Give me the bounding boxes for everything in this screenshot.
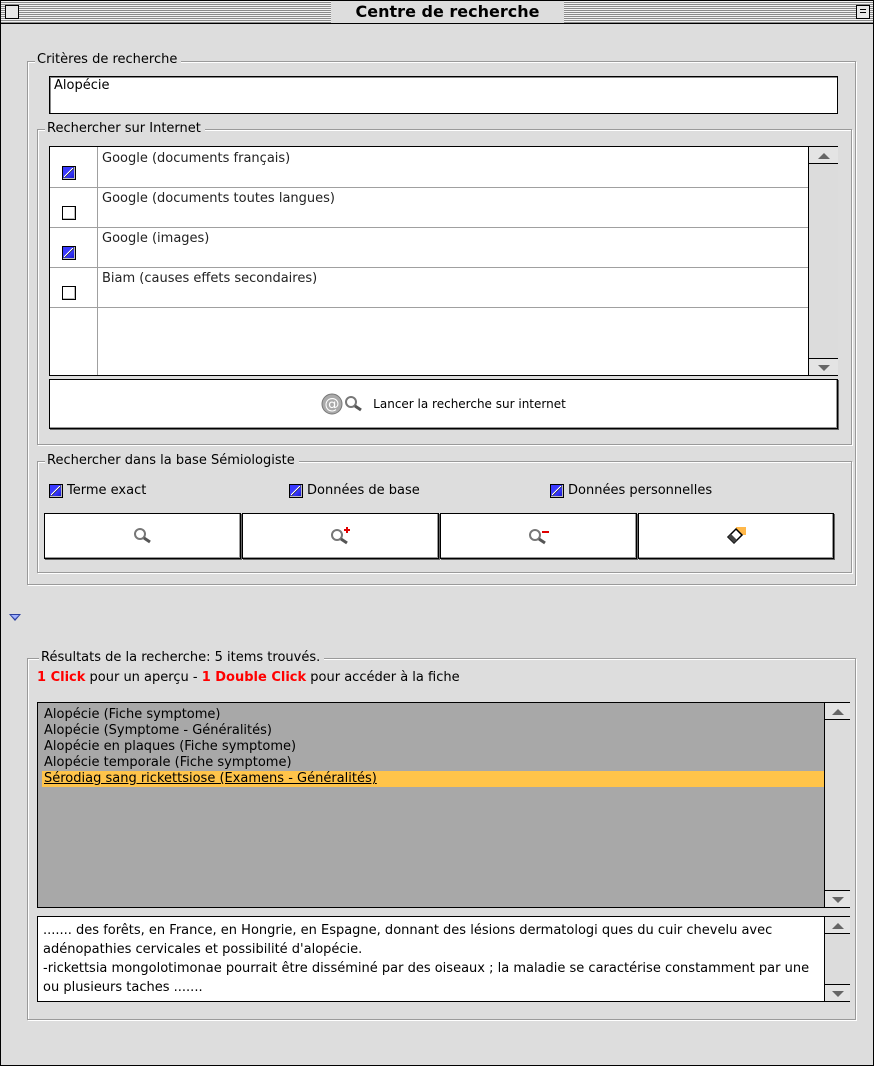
search-add-button[interactable] [242,513,439,559]
result-list-item[interactable]: Alopécie temporale (Fiche symptome) [42,755,825,771]
internet-source-row[interactable]: Google (documents français) [50,147,808,188]
scroll-down-arrow[interactable] [825,984,850,1001]
scroll-down-arrow[interactable] [809,358,838,375]
results-group-label: Résultats de la recherche: 5 items trouv… [39,650,325,666]
preview-text: ....... des forêts, en France, en Hongri… [43,923,810,995]
internet-source-label: Google (images) [102,231,210,246]
at-sign-icon: @ [321,393,343,415]
results-list[interactable]: Alopécie (Fiche symptome) Alopécie (Sympt… [37,702,850,908]
disclosure-triangle-icon[interactable] [9,614,21,621]
search-remove-button[interactable] [440,513,637,559]
results-list-scrollbar[interactable] [824,703,850,907]
launch-internet-search-button[interactable]: @ Lancer la recherche sur internet [49,379,838,429]
search-icon [133,528,151,544]
search-center-window: Centre de recherche Critères de recherch… [0,0,874,1066]
search-add-icon [330,527,350,545]
close-box[interactable] [5,5,19,19]
eraser-icon [726,527,746,545]
internet-list-scrollbar[interactable] [808,147,838,375]
internet-source-checkbox[interactable] [62,206,76,220]
semiologiste-group-label: Rechercher dans la base Sémiologiste [45,453,299,469]
exact-term-label: Terme exact [67,483,147,498]
criteria-group-label: Critères de recherche [35,52,182,68]
results-hint: 1 Click pour un aperçu - 1 Double Click … [37,670,460,685]
internet-source-checkbox[interactable] [62,286,76,300]
internet-source-label: Google (documents français) [102,151,291,166]
personal-data-checkbox[interactable] [550,483,564,498]
internet-source-label: Google (documents toutes langues) [102,191,335,206]
base-data-checkbox[interactable] [289,483,303,498]
result-preview[interactable]: ....... des forêts, en France, en Hongri… [37,916,850,1002]
result-list-item[interactable]: Sérodiag sang rickettsiose (Examens - Gé… [42,771,825,787]
scroll-up-arrow[interactable] [825,703,850,720]
clear-button[interactable] [638,513,834,559]
launch-button-label: Lancer la recherche sur internet [373,397,566,411]
base-data-label: Données de base [307,483,420,498]
internet-sources-list[interactable]: Google (documents français) Google (docum… [49,146,838,376]
exact-term-option[interactable]: Terme exact [49,483,146,498]
internet-source-row[interactable]: Google (documents toutes langues) [50,187,808,228]
exact-term-checkbox[interactable] [49,483,63,498]
search-query-input[interactable]: Alopécie [49,76,838,114]
internet-source-row[interactable]: Google (images) [50,227,808,268]
personal-data-option[interactable]: Données personnelles [550,483,712,498]
scroll-up-arrow[interactable] [809,147,838,164]
internet-source-label: Biam (causes effets secondaires) [102,271,318,286]
result-list-item[interactable]: Alopécie (Symptome - Généralités) [42,723,825,739]
magnifier-icon [345,396,363,412]
collapse-box[interactable] [856,5,870,19]
title-bar[interactable]: Centre de recherche [1,1,873,24]
search-remove-icon [528,529,549,545]
scroll-down-arrow[interactable] [825,890,850,907]
window-title: Centre de recherche [331,1,564,23]
internet-source-checkbox[interactable] [62,166,76,180]
result-list-item[interactable]: Alopécie en plaques (Fiche symptome) [42,739,825,755]
click-hint-text: pour un aperçu - [85,670,202,685]
click-hint-label: 1 Click [37,670,86,685]
internet-source-checkbox[interactable] [62,246,76,260]
svg-text:@: @ [325,395,340,413]
internet-source-row[interactable]: Biam (causes effets secondaires) [50,267,808,308]
internet-group-label: Rechercher sur Internet [45,121,205,137]
scroll-up-arrow[interactable] [825,917,850,934]
preview-scrollbar[interactable] [824,917,850,1001]
double-click-hint-label: 1 Double Click [201,670,307,685]
double-click-hint-text: pour accéder à la fiche [306,670,460,685]
base-data-option[interactable]: Données de base [289,483,420,498]
result-list-item[interactable]: Alopécie (Fiche symptome) [42,707,825,723]
personal-data-label: Données personnelles [568,483,713,498]
search-button[interactable] [44,513,241,559]
